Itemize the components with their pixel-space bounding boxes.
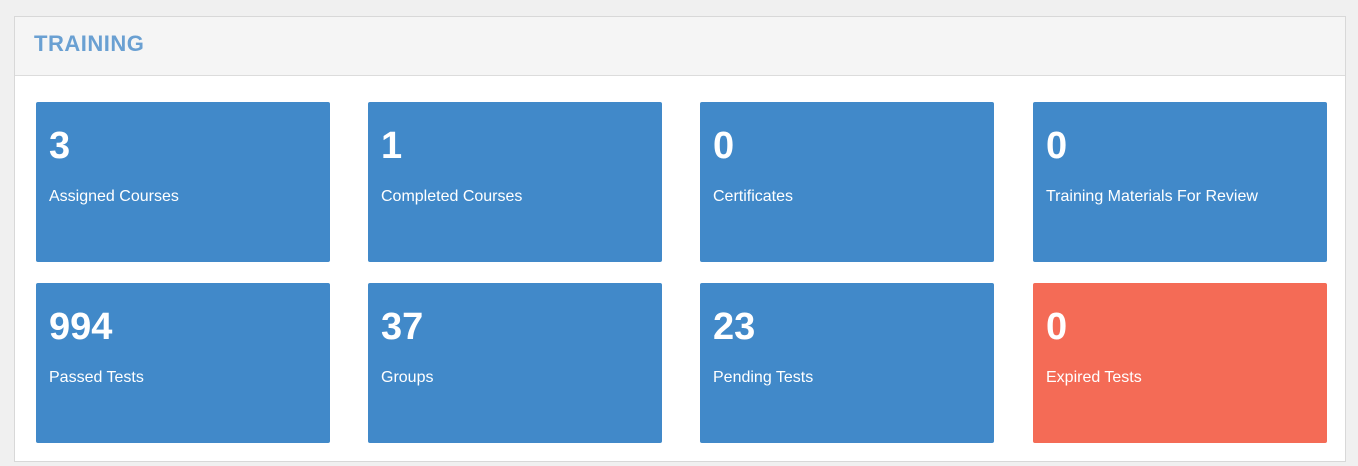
tile-training-materials-for-review[interactable]: 0 Training Materials For Review — [1033, 102, 1327, 262]
tile-value: 23 — [713, 306, 756, 348]
tile-value: 37 — [381, 306, 424, 348]
tile-value: 0 — [1046, 306, 1068, 348]
tile-label: Passed Tests — [49, 369, 144, 386]
tile-certificates[interactable]: 0 Certificates — [700, 102, 994, 262]
panel-title: TRAINING — [34, 31, 145, 56]
tile-label: Completed Courses — [381, 188, 523, 205]
training-panel: TRAINING 3 Assigned Courses 1 Completed … — [14, 16, 1346, 462]
tile-passed-tests[interactable]: 994 Passed Tests — [36, 283, 330, 443]
tile-value: 0 — [713, 125, 735, 167]
tile-pending-tests[interactable]: 23 Pending Tests — [700, 283, 994, 443]
tile-groups[interactable]: 37 Groups — [368, 283, 662, 443]
tile-label: Expired Tests — [1046, 369, 1142, 386]
panel-header: TRAINING — [15, 17, 1345, 76]
tile-value: 994 — [49, 306, 113, 348]
tile-label: Assigned Courses — [49, 188, 179, 205]
tile-label: Pending Tests — [713, 369, 814, 386]
tile-value: 0 — [1046, 125, 1068, 167]
tile-value: 3 — [49, 125, 71, 167]
tile-value: 1 — [381, 125, 403, 167]
tile-assigned-courses[interactable]: 3 Assigned Courses — [36, 102, 330, 262]
tile-label: Training Materials For Review — [1046, 188, 1258, 205]
tile-completed-courses[interactable]: 1 Completed Courses — [368, 102, 662, 262]
tile-expired-tests[interactable]: 0 Expired Tests — [1033, 283, 1327, 443]
tile-label: Certificates — [713, 188, 794, 205]
tile-label: Groups — [381, 369, 434, 386]
